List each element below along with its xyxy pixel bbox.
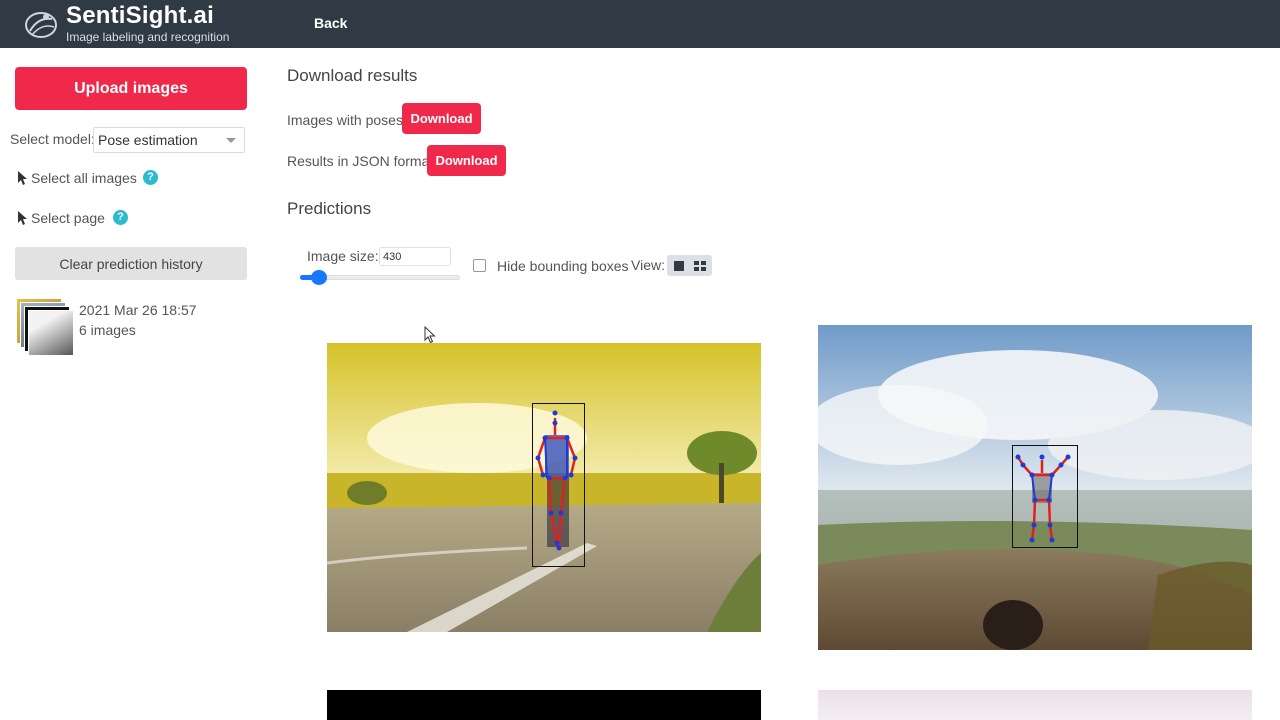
download-images-button[interactable]: Download [402, 103, 481, 134]
brand-tagline: Image labeling and recognition [66, 30, 230, 44]
image-size-input[interactable] [379, 247, 451, 266]
pose-skeleton [1015, 454, 1071, 543]
download-json-button[interactable]: Download [427, 145, 506, 176]
prediction-image-3[interactable] [327, 690, 761, 720]
view-toggle [667, 255, 712, 276]
hide-bounding-boxes-label: Hide bounding boxes [497, 258, 629, 274]
logo-icon [25, 12, 57, 38]
json-results-label: Results in JSON format: [287, 153, 438, 169]
history-date[interactable]: 2021 Mar 26 18:57 [79, 302, 197, 318]
view-label: View: [631, 257, 665, 273]
select-model-label: Select model: [10, 131, 95, 147]
prediction-image-4[interactable] [818, 690, 1252, 720]
chevron-down-icon [226, 138, 236, 143]
hide-bounding-boxes-checkbox[interactable] [473, 259, 486, 272]
top-header: SentiSight.ai Image labeling and recogni… [0, 0, 1280, 48]
single-view-icon[interactable] [669, 258, 689, 273]
images-with-poses-label: Images with poses: [287, 112, 407, 128]
brand-title: SentiSight.ai [66, 2, 214, 29]
predictions-title: Predictions [287, 199, 372, 218]
prediction-image-cliff[interactable] [818, 325, 1252, 650]
image-size-slider-handle[interactable] [311, 270, 328, 285]
download-results-title: Download results [287, 66, 418, 85]
grid-view-icon[interactable] [690, 258, 710, 273]
model-select-value: Pose estimation [98, 132, 198, 148]
select-all-help-icon[interactable]: ? [143, 170, 158, 185]
cursor-icon [18, 171, 27, 185]
history-image-count: 6 images [79, 322, 136, 338]
select-page-link[interactable]: Select page [17, 210, 105, 226]
prediction-image-runner[interactable] [327, 343, 761, 632]
image-size-label: Image size: [307, 248, 379, 264]
model-select[interactable]: Pose estimation [93, 127, 245, 153]
upload-images-button[interactable]: Upload images [15, 67, 247, 110]
select-all-images-label: Select all images [31, 170, 137, 186]
select-page-help-icon[interactable]: ? [113, 210, 128, 225]
history-thumb [28, 310, 74, 356]
back-link[interactable]: Back [314, 15, 347, 31]
history-thumbnail-stack[interactable] [16, 298, 74, 356]
clear-prediction-history-button[interactable]: Clear prediction history [15, 247, 247, 280]
pose-skeleton [535, 410, 578, 551]
select-page-label: Select page [31, 210, 105, 226]
mouse-pointer-icon [424, 326, 436, 344]
cursor-icon [18, 211, 27, 225]
select-all-images-link[interactable]: Select all images [17, 170, 137, 186]
